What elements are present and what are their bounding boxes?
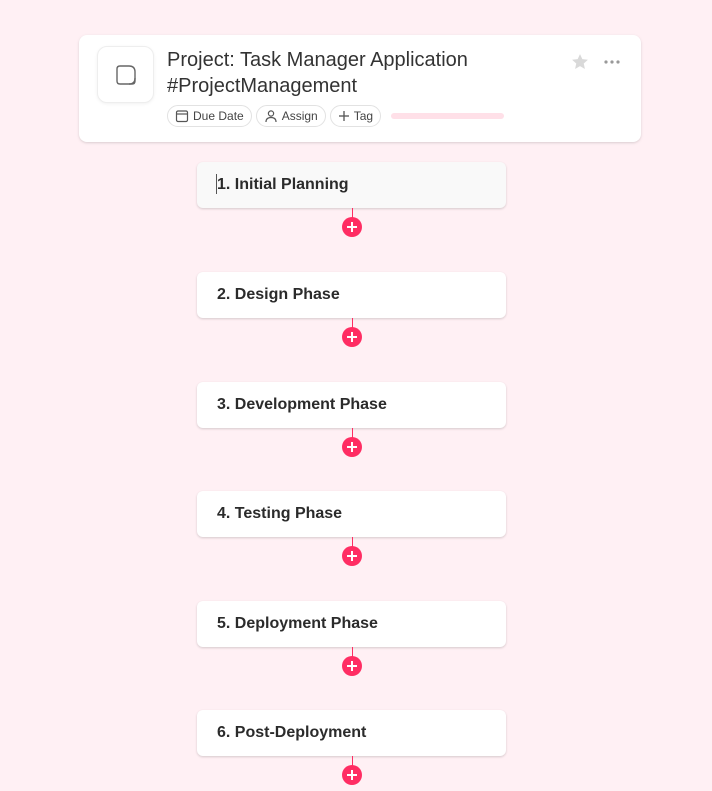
more-options-button[interactable] (601, 51, 623, 73)
plus-icon (347, 332, 357, 342)
phase-label: 3. Development Phase (217, 396, 387, 413)
phase-node-2[interactable]: 2. Design Phase (197, 272, 506, 318)
project-title-line1: Project: Task Manager Application (167, 49, 468, 71)
phase-label: 2. Design Phase (217, 286, 340, 303)
project-meta-row: Due Date Assign Tag (167, 105, 505, 127)
plus-icon (347, 661, 357, 671)
project-header-card: Project: Task Manager Application #Proje… (79, 35, 641, 142)
add-child-button[interactable] (342, 217, 362, 237)
add-child-button[interactable] (342, 656, 362, 676)
person-icon (265, 110, 277, 123)
due-date-button[interactable]: Due Date (167, 105, 252, 127)
project-title[interactable]: Project: Task Manager Application #Proje… (167, 47, 537, 99)
plus-icon (347, 442, 357, 452)
phase-label: 4. Testing Phase (217, 505, 343, 522)
text-cursor (216, 174, 217, 194)
plus-icon (347, 770, 357, 780)
add-child-button[interactable] (342, 327, 362, 347)
phase-label: 1. Initial Planning (217, 176, 349, 193)
favorite-button[interactable] (569, 51, 591, 73)
calendar-icon (175, 110, 189, 123)
add-child-button[interactable] (342, 437, 362, 457)
plus-icon (347, 222, 357, 232)
phase-node-3[interactable]: 3. Development Phase (197, 382, 506, 428)
star-icon (572, 54, 588, 69)
assign-label: Assign (281, 109, 318, 123)
plus-icon (338, 111, 349, 121)
add-tag-button[interactable]: Tag (329, 105, 382, 127)
more-horizontal-icon (604, 60, 620, 64)
assign-button[interactable]: Assign (255, 105, 326, 127)
header-actions (569, 51, 623, 73)
phase-label: 5. Deployment Phase (217, 615, 378, 632)
due-date-label: Due Date (193, 109, 244, 123)
project-progress-bar (391, 113, 505, 119)
phase-node-6[interactable]: 6. Post-Deployment (197, 710, 506, 756)
phase-node-4[interactable]: 4. Testing Phase (197, 491, 506, 537)
add-child-button[interactable] (342, 546, 362, 566)
project-icon-button[interactable] (97, 46, 154, 103)
phase-label: 6. Post-Deployment (217, 724, 367, 741)
add-child-button[interactable] (342, 765, 362, 785)
project-title-line2: #ProjectManagement (167, 75, 358, 97)
phase-node-1[interactable]: 1. Initial Planning (197, 162, 506, 208)
phase-node-5[interactable]: 5. Deployment Phase (197, 601, 506, 647)
tag-label: Tag (353, 109, 374, 123)
plus-icon (347, 551, 357, 561)
note-icon (115, 64, 136, 85)
